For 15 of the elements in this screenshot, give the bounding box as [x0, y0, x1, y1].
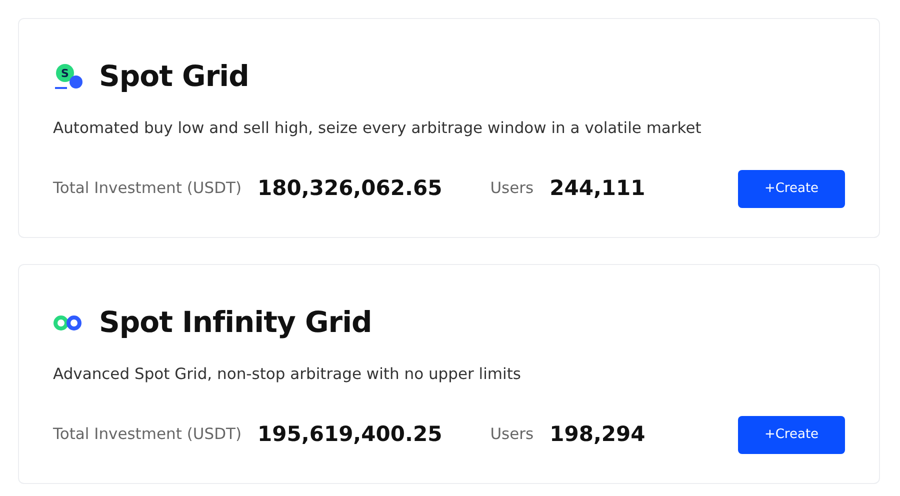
stat-label: Total Investment (USDT)	[53, 424, 242, 446]
create-button[interactable]: +Create	[738, 416, 845, 454]
stat-value: 244,111	[550, 175, 646, 202]
stat-label: Users	[490, 178, 534, 200]
stat-label: Total Investment (USDT)	[53, 178, 242, 200]
stat-value: 180,326,062.65	[258, 175, 442, 202]
create-button[interactable]: +Create	[738, 170, 845, 208]
product-title: Spot Infinity Grid	[99, 304, 372, 341]
stat-value: 198,294	[550, 421, 646, 448]
infinity-loops-icon	[53, 314, 83, 331]
stat-value: 195,619,400.25	[258, 421, 442, 448]
product-description: Automated buy low and sell high, seize every arbitrage window in a volatile market	[53, 118, 702, 138]
product-description: Advanced Spot Grid, non-stop arbitrage with no upper limits	[53, 364, 522, 384]
stat-label: Users	[490, 424, 534, 446]
product-title: Spot Grid	[99, 58, 249, 95]
